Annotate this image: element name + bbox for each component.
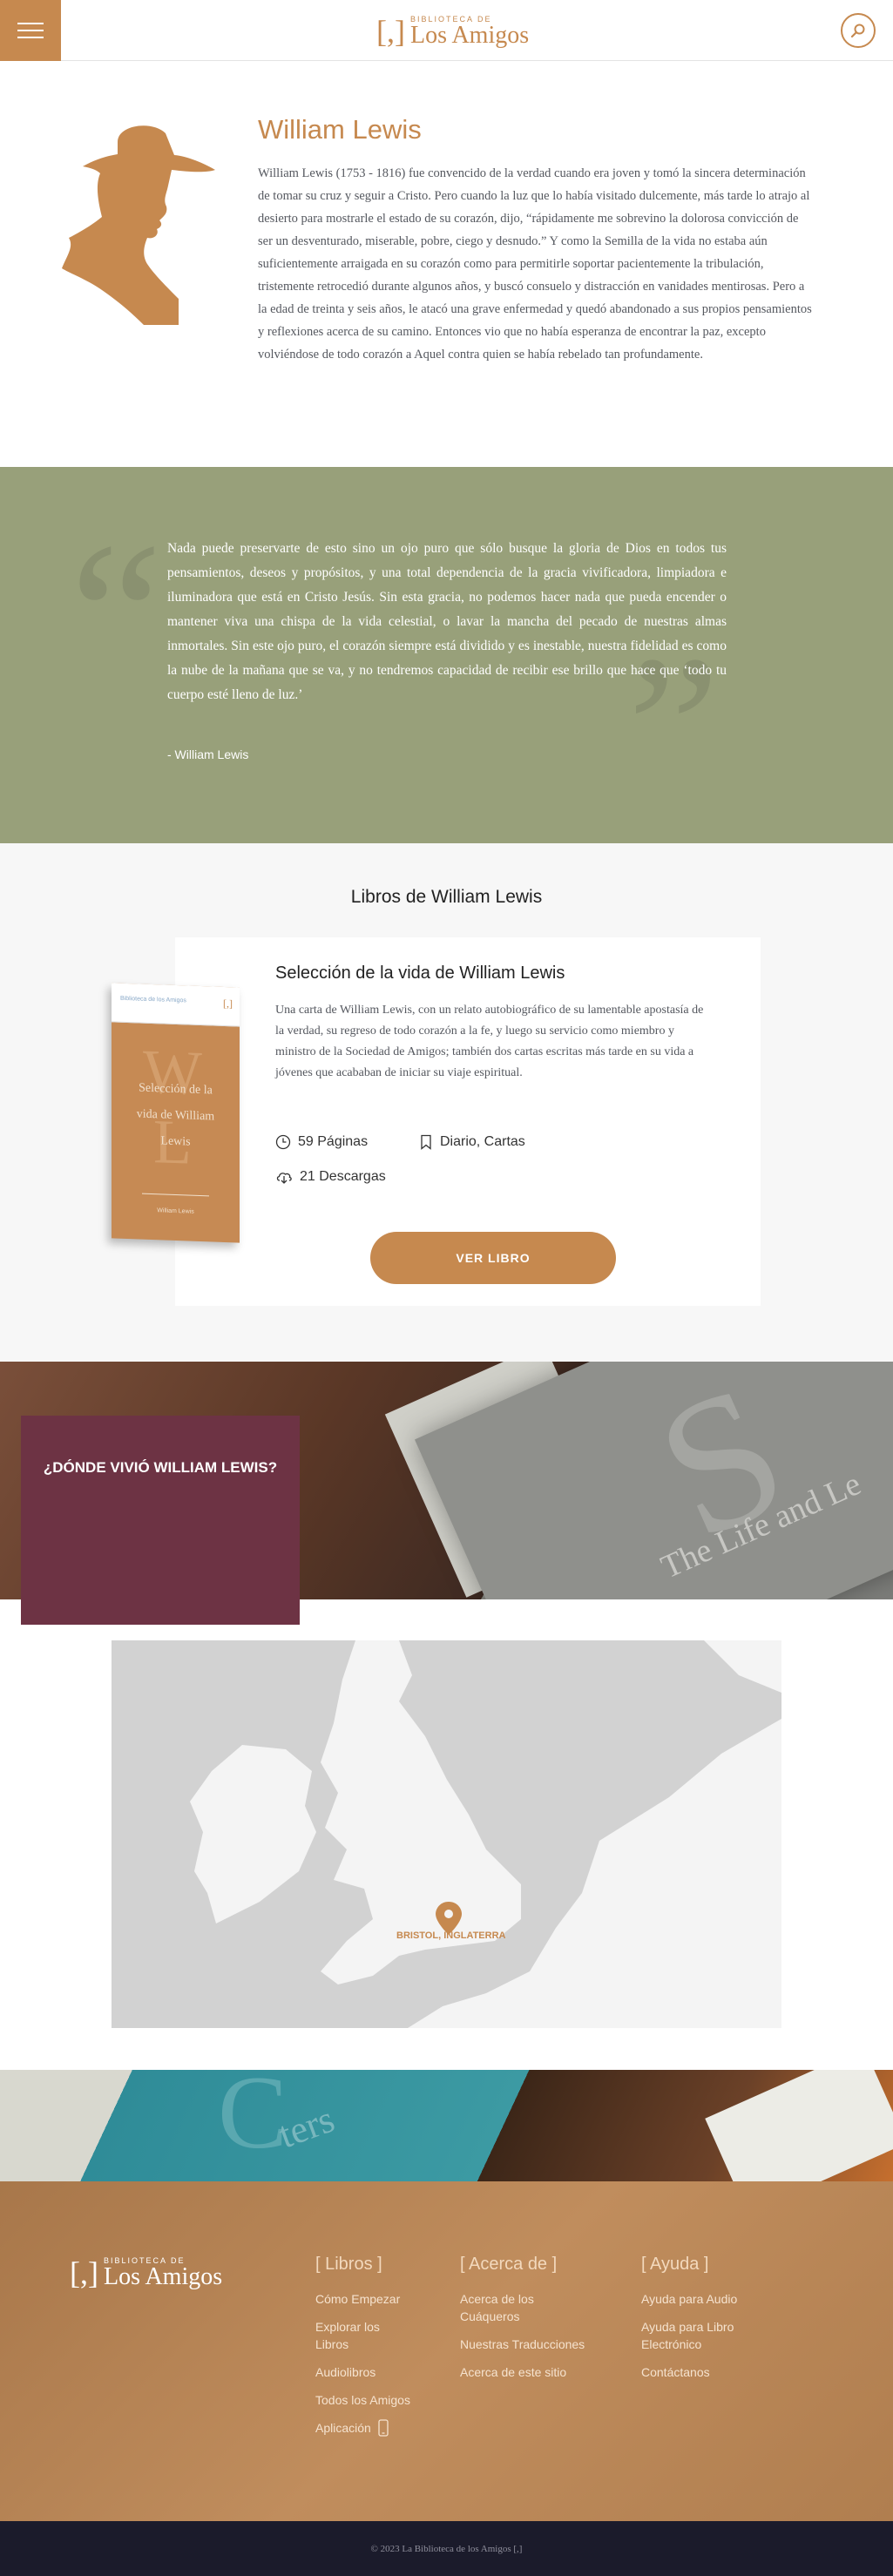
footer-heading-acerca: [ Acerca de ] bbox=[460, 2255, 558, 2274]
footer-link-todos-amigos[interactable]: Todos los Amigos bbox=[315, 2391, 463, 2409]
location-map[interactable]: BRISTOL, INGLATERRA bbox=[112, 1640, 781, 2028]
quote-section: “ ” Nada puede preservarte de esto sino … bbox=[0, 467, 893, 843]
site-footer: [,] BIBLIOTECA DE Los Amigos [ Libros ] … bbox=[0, 2181, 893, 2521]
clock-icon bbox=[275, 1134, 291, 1150]
book-genre-text: Diario, Cartas bbox=[440, 1134, 525, 1149]
author-silhouette-icon bbox=[62, 125, 215, 325]
site-logo[interactable]: [,] BIBLIOTECA DE Los Amigos bbox=[376, 12, 529, 51]
footer-link-acerca-sitio[interactable]: Acerca de este sitio bbox=[460, 2363, 608, 2381]
band-book-image bbox=[705, 2070, 893, 2181]
hamburger-icon-line bbox=[17, 30, 44, 31]
book-pages: 59 Páginas bbox=[275, 1134, 368, 1150]
footer-link-como-empezar[interactable]: Cómo Empezar bbox=[315, 2290, 463, 2308]
book-downloads: 21 Descargas bbox=[275, 1169, 386, 1185]
footer-heading-ayuda: [ Ayuda ] bbox=[641, 2255, 709, 2274]
bookmark-icon bbox=[421, 1134, 431, 1150]
book-title[interactable]: Selección de la vida de William Lewis bbox=[275, 963, 565, 984]
logo-big-text: Los Amigos bbox=[409, 22, 530, 49]
map-graphic bbox=[112, 1640, 781, 2028]
books-section: Libros de William Lewis Biblioteca de lo… bbox=[0, 843, 893, 1362]
footer-link-cuaqueros[interactable]: Acerca de los Cuáqueros bbox=[460, 2290, 573, 2325]
author-bio: William Lewis (1753 - 1816) fue convenci… bbox=[258, 166, 812, 362]
book-description: Una carta de William Lewis, con un relat… bbox=[275, 1004, 704, 1079]
footer-column-ayuda: [ Ayuda ] Ayuda para Audio Ayuda para Li… bbox=[641, 2255, 789, 2391]
footer-heading-libros: [ Libros ] bbox=[315, 2255, 382, 2274]
open-quote-icon: “ bbox=[70, 499, 163, 731]
map-location-label: BRISTOL, INGLATERRA bbox=[396, 1930, 506, 1941]
logo-text: BIBLIOTECA DE Los Amigos bbox=[410, 15, 529, 48]
search-button[interactable] bbox=[841, 13, 876, 48]
book-card: Biblioteca de los Amigos [,] WL Selecció… bbox=[112, 937, 761, 1306]
footer-column-acerca: [ Acerca de ] Acerca de los Cuáqueros Nu… bbox=[460, 2255, 608, 2391]
book-genre: Diario, Cartas bbox=[419, 1134, 525, 1150]
footer-logo-mark: [,] bbox=[70, 2255, 98, 2290]
cover-logo-mark: [,] bbox=[223, 997, 233, 1011]
cover-top-text: Biblioteca de los Amigos bbox=[120, 995, 186, 1004]
cover-divider bbox=[142, 1193, 209, 1197]
footer-link-explorar[interactable]: Explorar los Libros bbox=[315, 2318, 411, 2353]
hamburger-icon-line bbox=[17, 37, 44, 38]
footer-link-ayuda-libro[interactable]: Ayuda para Libro Electrónico bbox=[641, 2318, 763, 2353]
footer-image-band: C ters bbox=[0, 2070, 893, 2181]
book-pages-text: 59 Páginas bbox=[298, 1134, 369, 1149]
quote-text: Nada puede preservarte de esto sino un o… bbox=[167, 541, 727, 702]
phone-icon bbox=[378, 2419, 389, 2437]
author-name: William Lewis bbox=[258, 114, 422, 145]
logo-mark: [,] bbox=[376, 14, 405, 49]
footer-logo-big-text: Los Amigos bbox=[103, 2263, 223, 2290]
copyright-text: © 2023 La Biblioteca de los Amigos [,] bbox=[370, 2543, 523, 2554]
footer-column-libros: [ Libros ] Cómo Empezar Explorar los Lib… bbox=[315, 2255, 463, 2447]
author-section: William Lewis William Lewis (1753 - 1816… bbox=[0, 62, 893, 467]
footer-link-audiolibros[interactable]: Audiolibros bbox=[315, 2363, 463, 2381]
footer-link-aplicacion[interactable]: Aplicación bbox=[315, 2419, 463, 2437]
cover-title: Selección de la vida de William Lewis bbox=[136, 1081, 215, 1149]
footer-link-ayuda-audio[interactable]: Ayuda para Audio bbox=[641, 2290, 789, 2308]
where-lived-title: ¿DÓNDE VIVIÓ WILLIAM LEWIS? bbox=[43, 1459, 278, 1476]
menu-button[interactable] bbox=[0, 0, 61, 61]
footer-logo[interactable]: [,] BIBLIOTECA DE Los Amigos bbox=[70, 2256, 222, 2289]
book-cover[interactable]: Biblioteca de los Amigos [,] WL Selecció… bbox=[112, 983, 240, 1243]
where-lived-box bbox=[21, 1416, 300, 1625]
cover-author: William Lewis bbox=[157, 1207, 194, 1215]
quote-attribution: - William Lewis bbox=[167, 747, 249, 761]
site-header: [,] BIBLIOTECA DE Los Amigos bbox=[0, 0, 893, 61]
cloud-download-icon bbox=[276, 1173, 292, 1184]
footer-link-traducciones[interactable]: Nuestras Traducciones bbox=[460, 2336, 608, 2353]
hamburger-icon bbox=[17, 23, 44, 24]
footer-link-aplicacion-label: Aplicación bbox=[315, 2421, 371, 2435]
cover-header: Biblioteca de los Amigos [,] bbox=[112, 983, 240, 1027]
books-section-title: Libros de William Lewis bbox=[350, 887, 543, 907]
copyright-bar: © 2023 La Biblioteca de los Amigos [,] bbox=[0, 2521, 893, 2576]
search-icon bbox=[850, 24, 865, 38]
footer-logo-text: BIBLIOTECA DE Los Amigos bbox=[104, 2256, 222, 2289]
footer-link-contactanos[interactable]: Contáctanos bbox=[641, 2363, 789, 2381]
view-book-button[interactable]: VER LIBRO bbox=[370, 1232, 616, 1284]
book-downloads-text: 21 Descargas bbox=[300, 1169, 386, 1184]
